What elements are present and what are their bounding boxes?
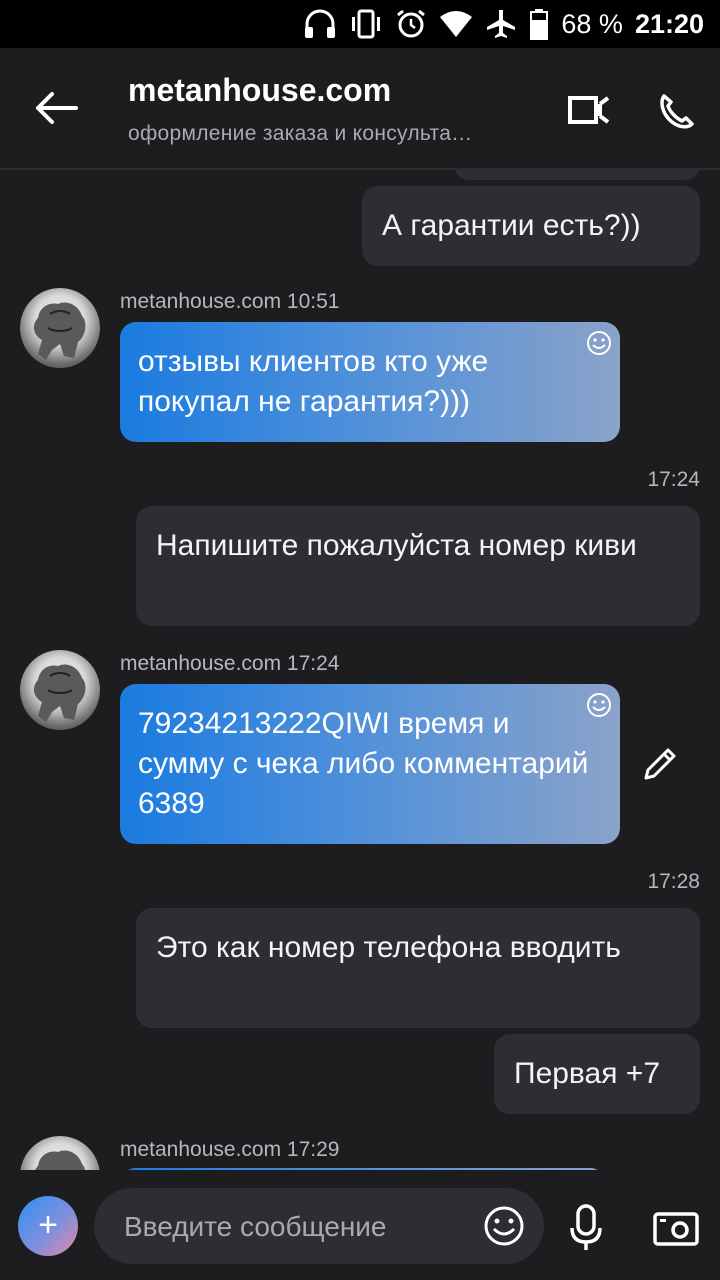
chat-header: metanhouse.com оформление заказа и консу…	[0, 48, 720, 170]
bodybuilder-avatar-icon	[35, 1150, 86, 1170]
add-reaction-icon[interactable]	[586, 330, 612, 356]
chat-subtitle: оформление заказа и консульта…	[128, 122, 473, 145]
alarm-icon	[397, 9, 426, 38]
message-text: отзывы клиентов кто уже покупал не гаран…	[138, 345, 489, 418]
message-input[interactable]	[122, 1206, 466, 1248]
chat-area[interactable]: А гарантии есть?)) metanhouse.com 10:51 …	[0, 170, 720, 1170]
avatar[interactable]	[20, 288, 100, 368]
back-arrow-icon[interactable]	[32, 88, 80, 128]
message-bubble-partial	[454, 170, 700, 180]
message-text: А гарантии есть?))	[382, 209, 641, 242]
message-sender-time: metanhouse.com 10:51	[120, 290, 340, 313]
message-text: 79234213222QIWI время и сумму с чека либ…	[138, 707, 589, 820]
chat-title[interactable]: metanhouse.com	[128, 72, 391, 109]
message-bubble-outgoing[interactable]: А гарантии есть?))	[362, 186, 700, 266]
message-text: Напишите пожалуйста номер киви	[156, 529, 637, 562]
message-text: Это как номер телефона вводить	[156, 931, 621, 964]
phone-call-icon[interactable]	[654, 90, 702, 130]
message-bubble-outgoing[interactable]: Напишите пожалуйста номер киви	[136, 506, 700, 626]
emoji-icon[interactable]	[482, 1204, 526, 1248]
add-attachment-button[interactable]: +	[18, 1196, 78, 1256]
video-call-icon[interactable]	[566, 90, 614, 130]
headphones-icon	[305, 9, 336, 38]
status-bar: 68 % 21:20	[0, 0, 720, 48]
message-input-box[interactable]	[94, 1188, 544, 1264]
wifi-icon	[440, 11, 473, 37]
avatar[interactable]	[20, 1136, 100, 1170]
message-bubble-incoming[interactable]: отзывы клиентов кто уже покупал не гаран…	[120, 322, 620, 442]
message-bubble-outgoing[interactable]: Это как номер телефона вводить	[136, 908, 700, 1028]
message-composer: +	[0, 1170, 720, 1280]
message-sender-time: metanhouse.com 17:29	[120, 1138, 340, 1161]
message-sender-time: metanhouse.com 17:24	[120, 652, 340, 675]
edit-pencil-icon[interactable]	[640, 744, 680, 784]
message-bubble-outgoing[interactable]: Первая +7	[494, 1034, 700, 1114]
add-reaction-icon[interactable]	[586, 692, 612, 718]
message-time: 17:24	[647, 468, 700, 491]
message-time: 17:28	[647, 870, 700, 893]
bodybuilder-avatar-icon	[33, 302, 86, 360]
battery-percent: 68 %	[561, 8, 623, 39]
airplane-icon	[487, 10, 516, 38]
message-text: Первая +7	[514, 1057, 661, 1090]
vibrate-icon	[352, 9, 381, 39]
microphone-icon[interactable]	[566, 1204, 606, 1252]
bodybuilder-avatar-icon	[33, 664, 86, 722]
camera-gallery-icon[interactable]	[652, 1208, 700, 1248]
avatar[interactable]	[20, 650, 100, 730]
message-bubble-incoming[interactable]: 79234213222QIWI время и сумму с чека либ…	[120, 684, 620, 844]
plus-icon: +	[38, 1206, 58, 1244]
status-clock: 21:20	[634, 8, 704, 39]
battery-icon	[530, 9, 549, 40]
